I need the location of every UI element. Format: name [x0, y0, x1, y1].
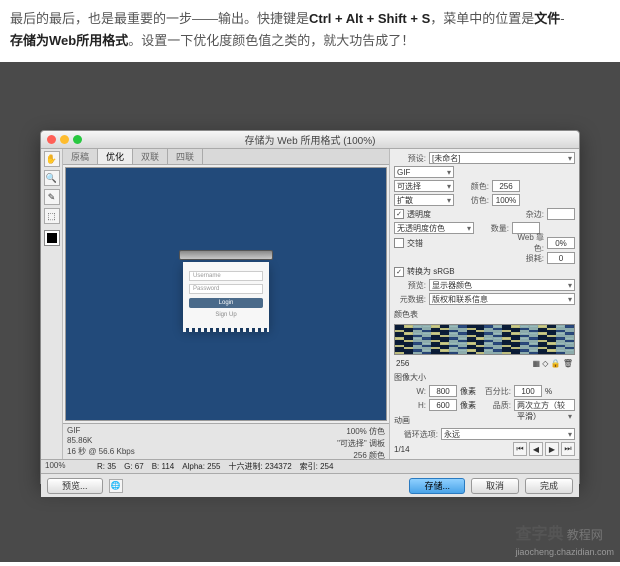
color-count: 256: [396, 359, 409, 368]
done-button[interactable]: 完成: [525, 478, 573, 494]
dialog-titlebar: 存储为 Web 所用格式 (100%): [41, 131, 579, 149]
watermark: 查字典 教程网 jiaocheng.chazidian.com: [515, 520, 614, 558]
tab-4up[interactable]: 四联: [168, 149, 203, 164]
dialog-title: 存储为 Web 所用格式 (100%): [41, 132, 579, 147]
save-for-web-dialog: 存储为 Web 所用格式 (100%) ✋ 🔍 ✎ ⬚ 原稿 优化 双联 四联: [40, 130, 580, 484]
format-select[interactable]: GIF: [394, 166, 454, 178]
animation-label: 动画: [394, 415, 575, 426]
srgb-checkbox[interactable]: ✓: [394, 267, 404, 277]
preview-tabs: 原稿 优化 双联 四联: [63, 149, 389, 165]
interlace-checkbox[interactable]: [394, 238, 404, 248]
loop-select[interactable]: 永远: [441, 428, 575, 440]
height-input[interactable]: 600: [429, 399, 457, 411]
metadata-select[interactable]: 版权和联系信息: [429, 293, 575, 305]
status-bar: 100% R: 35 G: 67 B: 114 Alpha: 255 十六进制:…: [41, 459, 579, 473]
preview-button[interactable]: 预览...: [47, 478, 103, 494]
preset-select[interactable]: [未命名]: [429, 152, 575, 164]
colors-input[interactable]: 256: [492, 180, 520, 192]
hand-tool[interactable]: ✋: [44, 151, 60, 167]
tab-original[interactable]: 原稿: [63, 149, 98, 164]
filesize-label: 85.86K: [67, 436, 135, 445]
colors-info: 256 颜色: [337, 450, 385, 461]
preview-info: GIF 85.86K 16 秒 @ 56.6 Kbps 100% 仿色 "可选择…: [63, 423, 389, 459]
tab-optimized[interactable]: 优化: [98, 149, 133, 164]
color-table[interactable]: [394, 324, 575, 355]
artwork-ticket: Username Password Login Sign Up: [183, 250, 269, 328]
websnap-input[interactable]: 0%: [547, 237, 575, 249]
slice-tool[interactable]: ⬚: [44, 208, 60, 224]
palette-info: "可选择" 调板: [337, 438, 385, 449]
next-frame-button[interactable]: ▶: [545, 442, 559, 456]
zoom-tool[interactable]: 🔍: [44, 170, 60, 186]
login-button-art: Login: [189, 298, 263, 308]
trans-dither-select[interactable]: 无透明度仿色: [394, 222, 474, 234]
format-label: GIF: [67, 426, 135, 435]
lossy-input[interactable]: 0: [547, 252, 575, 264]
dither-input[interactable]: 100%: [492, 194, 520, 206]
frame-indicator: 1/14: [394, 445, 410, 454]
preview-select[interactable]: 显示器颜色: [429, 279, 575, 291]
reduction-select[interactable]: 可选择: [394, 180, 454, 192]
zoom-select[interactable]: 100%: [45, 461, 89, 472]
quality-select[interactable]: 两次立方（较平滑）: [514, 399, 575, 411]
ticket-slot: [179, 250, 273, 260]
image-size-label: 图像大小: [394, 372, 575, 383]
prev-frame-button[interactable]: ◀: [529, 442, 543, 456]
first-frame-button[interactable]: ⏮: [513, 442, 527, 456]
width-input[interactable]: 800: [429, 385, 457, 397]
browser-preview-icon[interactable]: 🌐: [109, 479, 123, 493]
preview-canvas[interactable]: Username Password Login Sign Up: [65, 167, 387, 421]
tool-column: ✋ 🔍 ✎ ⬚: [41, 149, 63, 459]
username-field: Username: [189, 271, 263, 281]
dialog-button-row: 预览... 🌐 存储... 取消 完成: [41, 473, 579, 497]
save-button[interactable]: 存储...: [409, 478, 465, 494]
table-tools-icon[interactable]: ▦ ◇ 🔒 🗑: [533, 359, 574, 368]
cancel-button[interactable]: 取消: [471, 478, 519, 494]
settings-panel: 预设:[未命名] GIF 可选择颜色:256 扩散仿色:100% ✓透明度杂边:…: [389, 149, 579, 459]
dither-info: 100% 仿色: [337, 426, 385, 437]
download-time-label: 16 秒 @ 56.6 Kbps: [67, 446, 135, 457]
dither-select[interactable]: 扩散: [394, 194, 454, 206]
password-field: Password: [189, 284, 263, 294]
color-table-label: 颜色表: [394, 309, 575, 320]
matte-select[interactable]: [547, 208, 575, 220]
eyedropper-tool[interactable]: ✎: [44, 189, 60, 205]
last-frame-button[interactable]: ⏭: [561, 442, 575, 456]
signup-link-art: Sign Up: [189, 312, 263, 318]
tab-2up[interactable]: 双联: [133, 149, 168, 164]
article-paragraph: 最后的最后，也是最重要的一步——输出。快捷键是Ctrl + Alt + Shif…: [0, 0, 620, 60]
transparency-checkbox[interactable]: ✓: [394, 209, 404, 219]
screenshot-background: 存储为 Web 所用格式 (100%) ✋ 🔍 ✎ ⬚ 原稿 优化 双联 四联: [0, 62, 620, 562]
percent-input[interactable]: 100: [514, 385, 542, 397]
color-swatch[interactable]: [45, 231, 59, 245]
